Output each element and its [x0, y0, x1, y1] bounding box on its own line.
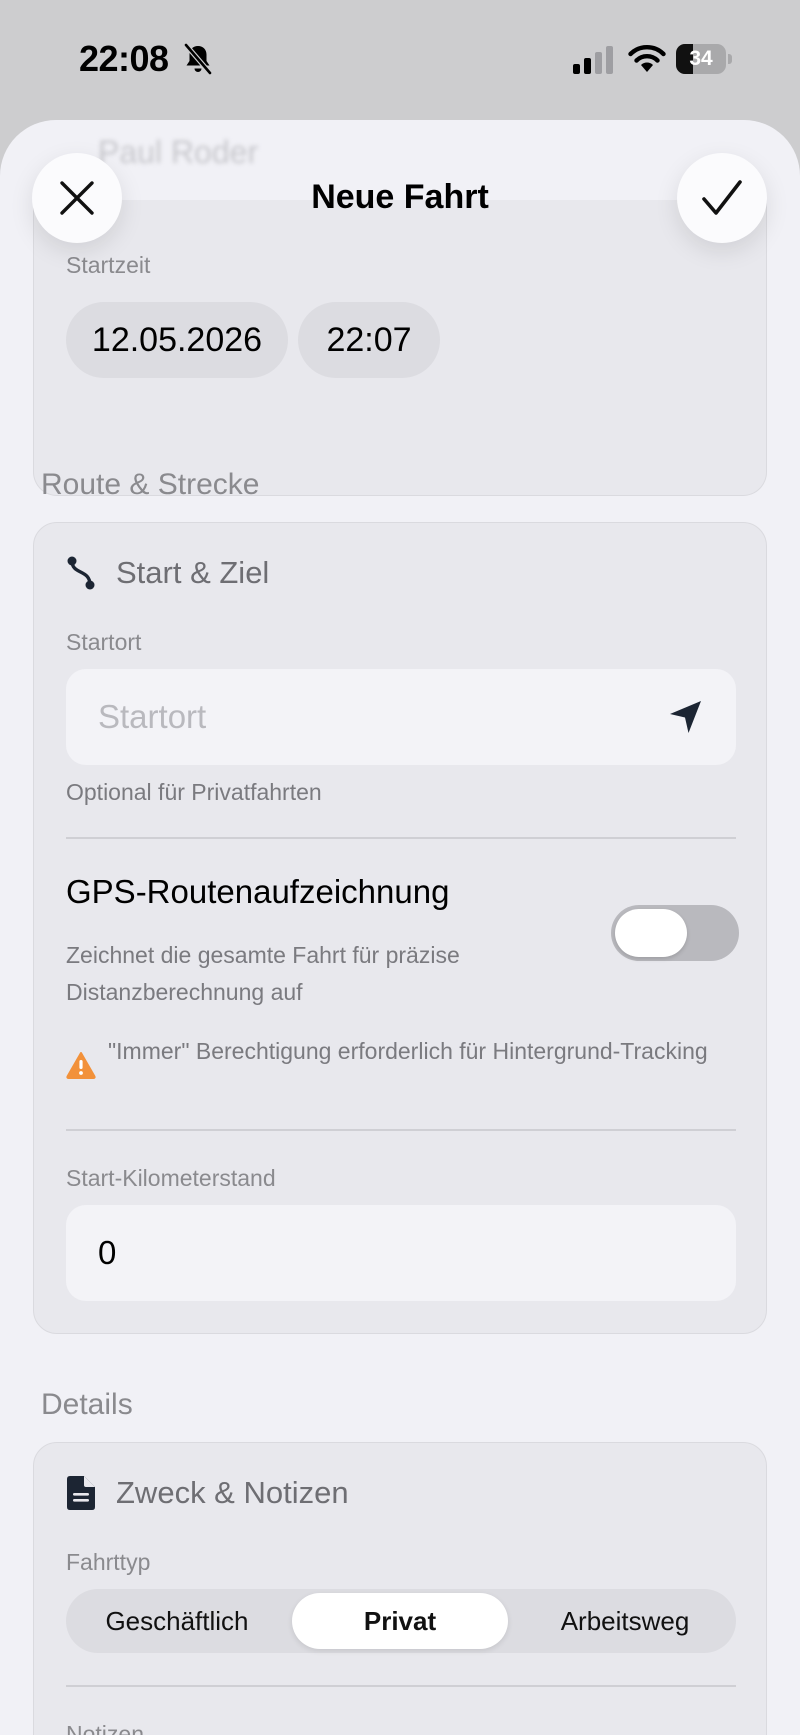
new-trip-sheet: Startzeit 12.05.2026 22:07 Route & Strec… — [0, 120, 800, 1735]
location-arrow-icon[interactable] — [668, 699, 704, 735]
confirm-button[interactable] — [677, 153, 767, 243]
divider — [66, 1685, 736, 1687]
wifi-icon — [628, 45, 666, 72]
divider — [66, 1129, 736, 1131]
bell-slash-icon — [184, 43, 212, 75]
toggle-knob — [615, 909, 687, 957]
battery-icon: 34 — [676, 44, 732, 74]
odometer-value: 0 — [98, 1234, 117, 1271]
start-location-input[interactable]: Startort — [66, 669, 736, 765]
details-section-header: Details — [41, 1388, 133, 1421]
card-title: Start & Ziel — [116, 555, 270, 590]
odometer-label: Start-Kilometerstand — [66, 1165, 276, 1191]
gps-tracking-toggle[interactable] — [611, 905, 739, 961]
card-title-row: Start & Ziel — [64, 553, 269, 593]
card-title: Zweck & Notizen — [116, 1475, 349, 1510]
cellular-signal-icon — [573, 46, 613, 74]
status-time: 22:08 — [79, 38, 169, 79]
start-location-label: Startort — [66, 629, 142, 655]
sheet-header: Paul Roder Neue Fahrt — [0, 120, 800, 270]
battery-level: 34 — [689, 47, 713, 70]
route-icon — [64, 554, 98, 592]
document-icon — [64, 1474, 98, 1512]
purpose-notes-card: Zweck & Notizen Fahrttyp Geschäftlich Pr… — [33, 1442, 767, 1735]
start-destination-card: Start & Ziel Startort Startort Optional … — [33, 522, 767, 1334]
notes-label: Notizen — [66, 1721, 144, 1735]
card-title-row: Zweck & Notizen — [64, 1473, 349, 1513]
gps-permission-warning: "Immer" Berechtigung erforderlich für Hi… — [108, 1038, 708, 1064]
trip-type-business[interactable]: Geschäftlich — [66, 1589, 288, 1653]
odometer-input[interactable]: 0 — [66, 1205, 736, 1301]
checkmark-icon — [702, 180, 742, 215]
trip-type-label: Fahrttyp — [66, 1549, 151, 1575]
status-bar: 22:08 34 — [0, 0, 800, 120]
start-location-hint: Optional für Privatfahrten — [66, 779, 322, 805]
start-location-placeholder: Startort — [98, 698, 207, 735]
start-date-picker[interactable]: 12.05.2026 — [66, 302, 288, 378]
gps-tracking-title: GPS-Routenaufzeichnung — [66, 873, 450, 910]
route-section-header: Route & Strecke — [41, 468, 260, 501]
warning-triangle-icon — [66, 1052, 96, 1079]
background-name: Paul Roder — [98, 134, 259, 170]
trip-type-commute[interactable]: Arbeitsweg — [514, 1589, 736, 1653]
trip-type-private[interactable]: Privat — [292, 1593, 508, 1649]
trip-type-segmented-control[interactable]: Geschäftlich Privat Arbeitsweg — [66, 1589, 736, 1653]
start-time-picker[interactable]: 22:07 — [298, 302, 440, 378]
divider — [66, 837, 736, 839]
gps-tracking-description: Zeichnet die gesamte Fahrt für präzise D… — [66, 942, 460, 1005]
